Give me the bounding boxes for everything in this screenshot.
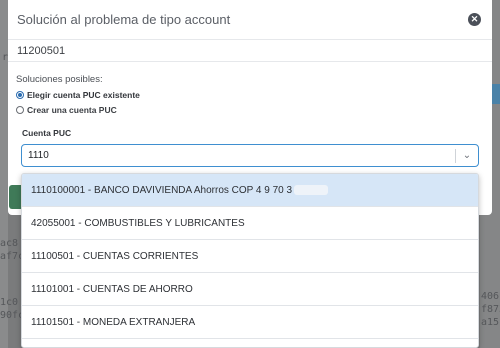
option-label: 42055001 - COMBUSTIBLES Y LUBRICANTES [31,217,245,229]
background-text: 406 [481,291,500,302]
close-icon[interactable]: ✕ [468,13,481,26]
puc-search-value[interactable]: 1110 [28,150,455,161]
puc-field-label: Cuenta PUC [22,128,72,138]
background-text: 1c0 [0,297,19,308]
dropdown-option[interactable]: 11101001 - CUENTAS DE AHORRO [22,273,478,306]
radio-button-checked[interactable] [16,91,24,99]
option-label: 11101001 - CUENTAS DE AHORRO [31,283,193,295]
radio-button[interactable] [16,106,24,114]
modal-title: Solución al problema de tipo account [17,12,231,27]
dropdown-option[interactable]: 11100501 - CUENTAS CORRIENTES [22,240,478,273]
modal-header: Solución al problema de tipo account ✕ [8,0,492,40]
dropdown-option[interactable]: 42055001 - COMBUSTIBLES Y LUBRICANTES [22,207,478,240]
background-text: a15 [481,317,500,328]
option-label: 11101501 - MONEDA EXTRANJERA [31,316,196,328]
account-code: 11200501 [8,40,492,62]
redacted-blur [294,185,329,195]
radio-label: Elegir cuenta PUC existente [27,90,140,100]
option-label: 1110100001 - BANCO DAVIVIENDA Ahorros CO… [31,184,293,196]
radio-choose-existing[interactable]: Elegir cuenta PUC existente [16,90,484,100]
solutions-section: Soluciones posibles: Elegir cuenta PUC e… [8,62,492,167]
background-text: ac8 [0,238,19,249]
puc-dropdown-menu: 1110100001 - BANCO DAVIVIENDA Ahorros CO… [21,173,479,348]
radio-label: Crear una cuenta PUC [27,105,117,115]
solutions-label: Soluciones posibles: [16,74,103,85]
radio-create-new[interactable]: Crear una cuenta PUC [16,105,484,115]
background-text: f873 [481,304,500,315]
option-label: 11100501 - CUENTAS CORRIENTES [31,250,199,262]
chevron-down-icon[interactable]: ⌄ [456,150,478,161]
dropdown-option[interactable]: 1110100001 - BANCO DAVIVIENDA Ahorros CO… [22,174,478,207]
dropdown-option[interactable]: 11101501 - MONEDA EXTRANJERA [22,306,478,339]
puc-select-input[interactable]: 1110 ⌄ [21,144,479,167]
